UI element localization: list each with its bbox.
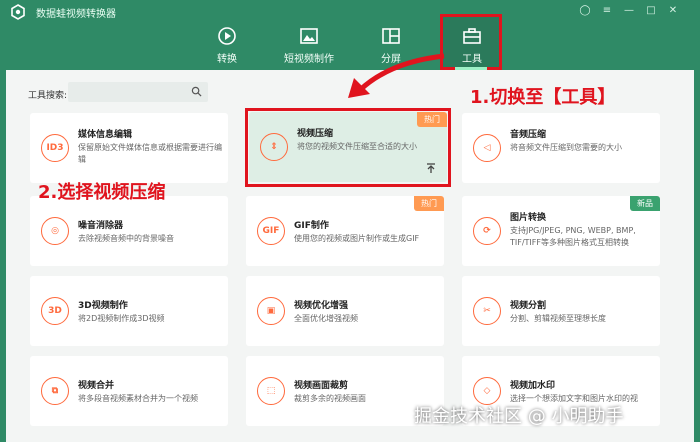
tool-title: 视频优化增强: [294, 301, 349, 311]
tool-title: 视频分割: [510, 301, 547, 311]
tool-card-video-merge[interactable]: ⧉ 视频合并 将多段音视频素材合并为一个视频: [30, 356, 228, 426]
tool-desc: 将2D视频制作成3D视频: [78, 314, 165, 323]
search-label: 工具搜索:: [28, 91, 68, 101]
tool-title: 图片转换: [510, 213, 547, 223]
tool-card-video-enhance[interactable]: ▣ 视频优化增强 全面优化增强视频: [246, 276, 444, 346]
annotation-highlight-box: [245, 108, 451, 187]
headphones-icon: ◎: [41, 217, 69, 245]
tool-desc: 使用您的视频或图片制作或生成GIF: [294, 234, 420, 243]
menu-icon[interactable]: ≡: [600, 4, 614, 18]
new-badge: 新品: [630, 196, 660, 211]
tab-label: 工具: [462, 54, 482, 65]
image-icon: [300, 28, 318, 44]
annotation-step-1: 1.切换至【工具】: [470, 87, 616, 108]
split-screen-icon: [382, 28, 400, 44]
annotation-step-2: 2.选择视频压缩: [38, 182, 166, 203]
tool-desc: 分割、剪辑视频至理想长度: [510, 314, 606, 323]
gif-icon: GIF: [257, 217, 285, 245]
audio-compress-icon: ◁: [473, 134, 501, 162]
close-icon[interactable]: ✕: [666, 4, 680, 18]
tool-title: 3D视频制作: [78, 301, 128, 311]
tool-desc: 将音频文件压缩到您需要的大小: [510, 143, 622, 152]
watermark-drop-icon: ◇: [473, 377, 501, 405]
tab-label: 转换: [217, 54, 237, 65]
tab-short-video[interactable]: 短视频制作: [279, 26, 339, 70]
title-bar: 数据蛙视频转换器 ◯ ≡ — □ ✕: [0, 0, 700, 24]
tool-desc: 去除视频音频中的背景噪音: [78, 234, 174, 243]
tool-card-3d-video[interactable]: 3D 3D视频制作 将2D视频制作成3D视频: [30, 276, 228, 346]
tool-desc: 保留原始文件媒体信息或根据需要进行编辑: [78, 143, 222, 164]
tab-tools[interactable]: 工具: [442, 26, 502, 70]
search-input[interactable]: [68, 84, 186, 104]
toolbox-icon: [463, 28, 481, 44]
tool-title: 噪音消除器: [78, 221, 124, 231]
search-icon[interactable]: [191, 86, 202, 97]
image-convert-icon: ⟳: [473, 217, 501, 245]
tool-desc: 支持JPG/JPEG, PNG, WEBP, BMP, TIF/TIFF等多种图…: [510, 226, 636, 247]
3d-icon: 3D: [41, 297, 69, 325]
tool-card-gif-maker[interactable]: GIF GIF制作 使用您的视频或图片制作或生成GIF 热门: [246, 196, 444, 266]
maximize-icon[interactable]: □: [644, 4, 658, 18]
user-icon[interactable]: ◯: [578, 4, 592, 18]
id3-icon: ID3: [41, 134, 69, 162]
tool-title: 视频画面裁剪: [294, 381, 349, 391]
convert-icon: [218, 27, 236, 45]
tool-card-audio-compress[interactable]: ◁ 音频压缩 将音频文件压缩到您需要的大小: [462, 113, 660, 183]
tool-title: 媒体信息编辑: [78, 130, 133, 140]
enhance-icon: ▣: [257, 297, 285, 325]
merge-icon: ⧉: [41, 377, 69, 405]
tool-title: 视频合并: [78, 381, 115, 391]
tool-desc: 将多段音视频素材合并为一个视频: [78, 394, 198, 403]
app-logo-icon: [11, 4, 25, 20]
crop-icon: ⬚: [257, 377, 285, 405]
tool-card-video-split[interactable]: ✂ 视频分割 分割、剪辑视频至理想长度: [462, 276, 660, 346]
minimize-icon[interactable]: —: [622, 4, 636, 18]
annotation-arrow-icon: [348, 53, 445, 98]
tool-card-image-convert[interactable]: ⟳ 图片转换 支持JPG/JPEG, PNG, WEBP, BMP, TIF/T…: [462, 196, 660, 266]
tab-convert[interactable]: 转换: [197, 26, 257, 70]
tool-card-noise-remover[interactable]: ◎ 噪音消除器 去除视频音频中的背景噪音: [30, 196, 228, 266]
tool-card-media-info[interactable]: ID3 媒体信息编辑 保留原始文件媒体信息或根据需要进行编辑: [30, 113, 228, 183]
watermark-text: 掘金技术社区 @ 小明助手: [414, 406, 624, 427]
scissors-icon: ✂: [473, 297, 501, 325]
tab-label: 短视频制作: [284, 54, 334, 65]
tool-title: 视频加水印: [510, 381, 556, 391]
tool-desc: 全面优化增强视频: [294, 314, 358, 323]
tool-title: 音频压缩: [510, 130, 547, 140]
search-box[interactable]: [68, 82, 208, 104]
hot-badge: 热门: [414, 196, 444, 211]
tool-title: GIF制作: [294, 221, 329, 231]
app-title: 数据蛙视频转换器: [36, 9, 116, 20]
